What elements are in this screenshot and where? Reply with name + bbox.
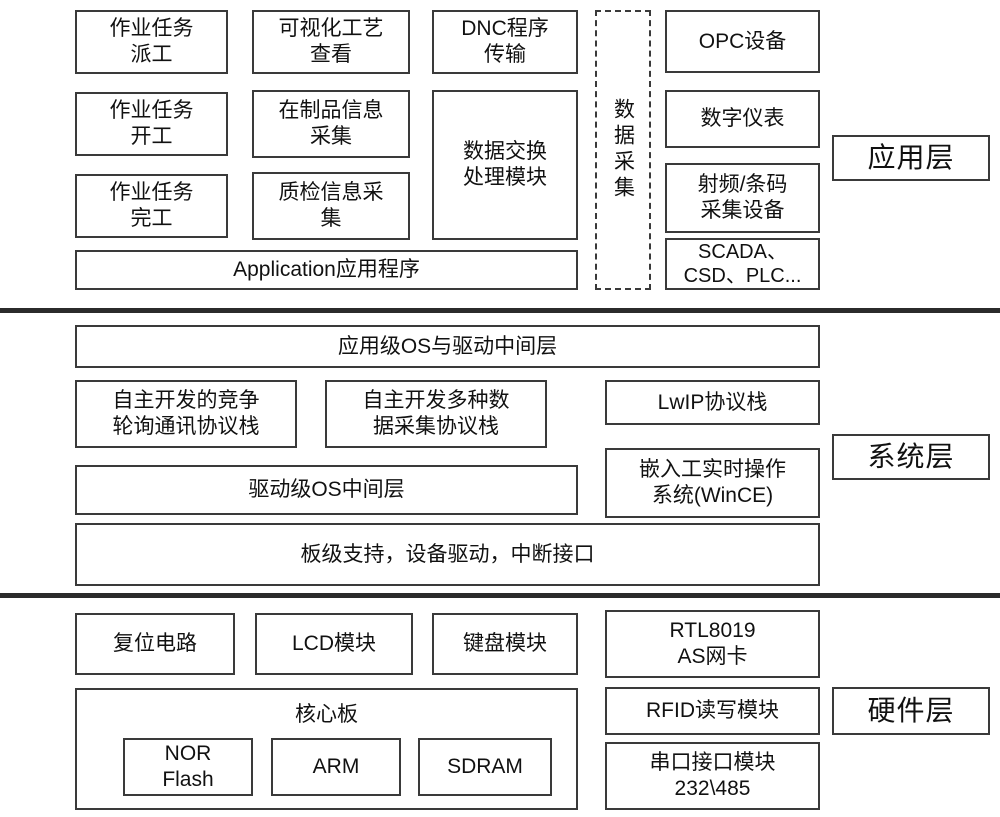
app-scada-plc-box: SCADA、 CSD、PLC... [665, 238, 820, 290]
app-digital-meter-box: 数字仪表 [665, 90, 820, 148]
hw-serial-module-box: 串口接口模块 232\485 [605, 742, 820, 810]
app-task-dispatch-box: 作业任务 派工 [75, 10, 228, 74]
hw-lcd-module-box: LCD模块 [255, 613, 413, 675]
hw-keyboard-module-box: 键盘模块 [432, 613, 578, 675]
layer-label-application: 应用层 [832, 135, 990, 181]
app-opc-device-box: OPC设备 [665, 10, 820, 73]
hw-rfid-module-box: RFID读写模块 [605, 687, 820, 735]
data-acquisition-dashed-box: 数据采集 [595, 10, 651, 290]
app-task-start-box: 作业任务 开工 [75, 92, 228, 156]
sys-collection-stack-box: 自主开发多种数 据采集协议栈 [325, 380, 547, 448]
layer-label-hardware: 硬件层 [832, 687, 990, 735]
app-data-exchange-box: 数据交换 处理模块 [432, 90, 578, 240]
sys-bsp-box: 板级支持，设备驱动，中断接口 [75, 523, 820, 586]
sys-polling-stack-box: 自主开发的竞争 轮询通讯协议栈 [75, 380, 297, 448]
app-task-finish-box: 作业任务 完工 [75, 174, 228, 238]
hw-sdram-box: SDRAM [418, 738, 552, 796]
hw-nor-flash-box: NOR Flash [123, 738, 253, 796]
layer-divider-top [0, 308, 1000, 313]
sys-driver-os-box: 驱动级OS中间层 [75, 465, 578, 515]
sys-rtos-box: 嵌入工实时操作 系统(WinCE) [605, 448, 820, 518]
app-process-view-box: 可视化工艺 查看 [252, 10, 410, 74]
app-quality-info-box: 质检信息采 集 [252, 172, 410, 240]
sys-lwip-stack-box: LwIP协议栈 [605, 380, 820, 425]
architecture-diagram: 作业任务 派工 作业任务 开工 作业任务 完工 可视化工艺 查看 在制品信息 采… [0, 0, 1000, 817]
sys-os-middleware-box: 应用级OS与驱动中间层 [75, 325, 820, 368]
app-dnc-transfer-box: DNC程序 传输 [432, 10, 578, 74]
data-acquisition-label: 数据采集 [611, 98, 635, 202]
hw-arm-box: ARM [271, 738, 401, 796]
app-application-program-box: Application应用程序 [75, 250, 578, 290]
core-board-title: 核心板 [295, 703, 358, 726]
app-rfid-barcode-box: 射频/条码 采集设备 [665, 163, 820, 233]
app-wip-info-box: 在制品信息 采集 [252, 90, 410, 158]
layer-label-system: 系统层 [832, 434, 990, 480]
hw-reset-circuit-box: 复位电路 [75, 613, 235, 675]
layer-divider-bottom [0, 593, 1000, 598]
hw-network-card-box: RTL8019 AS网卡 [605, 610, 820, 678]
